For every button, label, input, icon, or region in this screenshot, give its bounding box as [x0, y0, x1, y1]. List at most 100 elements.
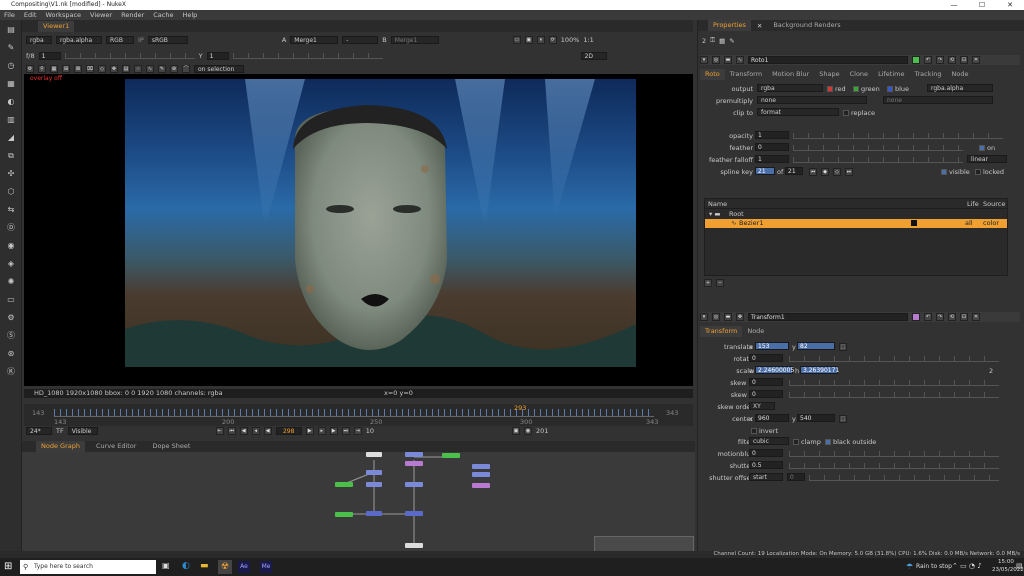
end-frame-field[interactable]: 201 [536, 427, 548, 435]
other-icon[interactable]: ⚙ [6, 313, 16, 323]
taskbar-search[interactable]: ⚲ Type here to search [20, 560, 156, 574]
lut-dropdown[interactable]: sRGB [147, 36, 188, 44]
timeline-ruler[interactable] [54, 409, 654, 417]
transform-handle-icon[interactable]: ✥ [110, 65, 118, 73]
feather-slider[interactable] [793, 145, 963, 151]
translate-x-field[interactable]: 153 [755, 342, 789, 350]
green-checkbox[interactable]: green [853, 84, 880, 94]
blackoutside-checkbox[interactable]: black outside [825, 437, 876, 447]
close-tab-icon[interactable]: ✕ [757, 22, 762, 30]
next-frame-icon[interactable]: ▸ [317, 427, 326, 435]
remove-layer-icon[interactable]: − [716, 278, 724, 287]
tree-header-source[interactable]: Source [983, 199, 1005, 209]
time-icon[interactable]: ◷ [6, 61, 16, 71]
fps-dropdown[interactable]: 24* [26, 427, 52, 435]
shutteroffset-dropdown[interactable]: start [749, 473, 783, 481]
node-shuffle[interactable] [472, 464, 490, 469]
rotate-field[interactable]: 0 [749, 354, 783, 362]
replace-checkbox[interactable]: replace [843, 108, 875, 118]
shutter-field[interactable]: 0.5 [749, 461, 783, 469]
next-key-icon[interactable]: ▶ [329, 427, 338, 435]
transform-undo-icon[interactable]: ↶ [924, 313, 932, 321]
tab-curve-editor[interactable]: Curve Editor [91, 441, 141, 452]
tab-clone[interactable]: Clone [845, 69, 873, 80]
opacity-field[interactable]: 1 [755, 131, 789, 139]
tab-motion-blur[interactable]: Motion Blur [767, 69, 814, 80]
stamp-icon[interactable]: ⊕ [170, 65, 178, 73]
rotate-slider[interactable] [789, 356, 999, 362]
node-write[interactable] [405, 543, 423, 548]
grid-icon[interactable]: ▦ [50, 65, 58, 73]
transform-revert-icon[interactable]: ⟲ [948, 313, 956, 321]
undo-icon[interactable]: ↶ [924, 56, 932, 64]
maximize-button[interactable]: ☐ [968, 0, 996, 10]
node-shuffle-2[interactable] [472, 472, 490, 477]
roi-icon[interactable]: ▭ [512, 36, 521, 44]
pencil-icon[interactable]: ✎ [729, 37, 734, 45]
transform-node-name[interactable]: Transform1 [748, 313, 908, 321]
tree-row-bezier[interactable]: ∿ Bezier1 all color [705, 219, 1007, 228]
fstop-field[interactable]: 1 [38, 52, 61, 60]
max-panels-field[interactable]: 2 [702, 37, 706, 45]
feather-icon[interactable]: ◇ [98, 65, 106, 73]
zoom-dropdown[interactable]: 100% [561, 36, 580, 44]
tree-header-name[interactable]: Name [708, 199, 727, 209]
collapse-icon[interactable]: ▾ [700, 56, 708, 64]
node-colorcorrect[interactable] [472, 483, 490, 488]
link-icon[interactable]: ⚲ [38, 65, 46, 73]
feather-field[interactable]: 0 [755, 143, 789, 151]
skeworder-dropdown[interactable]: XY [749, 402, 775, 410]
refresh-icon[interactable]: ⟳ [548, 36, 557, 44]
scale-dims-field[interactable]: 2 [989, 366, 993, 376]
tab-shape[interactable]: Shape [814, 69, 844, 80]
center-node-icon[interactable]: ◎ [712, 56, 720, 64]
shutteroffset-field[interactable]: 0 [787, 473, 805, 481]
after-effects-icon[interactable]: Ae [238, 561, 250, 573]
lock-panel-icon[interactable]: ⚿ [710, 36, 715, 45]
metadata-icon[interactable]: ◈ [6, 259, 16, 269]
brush-icon[interactable]: ✎ [158, 65, 166, 73]
opacity-slider[interactable] [793, 133, 1003, 139]
capture-icon[interactable]: ◉ [524, 427, 532, 435]
task-view-icon[interactable]: ▣ [162, 561, 170, 570]
play-back-icon[interactable]: ◀ [263, 427, 272, 435]
redo-icon[interactable]: ↷ [936, 56, 944, 64]
node-transform-2[interactable] [405, 482, 423, 487]
explorer-icon[interactable]: ▬ [200, 561, 209, 571]
node-merge-2[interactable] [405, 511, 423, 516]
ofx-icon[interactable]: ⊛ [6, 349, 16, 359]
menu-help[interactable]: Help [182, 10, 197, 20]
a-input-dropdown[interactable]: Merge1 [290, 36, 339, 44]
label-icon[interactable]: ▤ [122, 65, 130, 73]
motionblur-field[interactable]: 0 [749, 449, 783, 457]
tab-node[interactable]: Node [947, 69, 974, 80]
locked-checkbox[interactable]: locked [975, 167, 1004, 177]
center-transform-icon[interactable]: ◎ [712, 313, 720, 321]
cara-icon[interactable]: Ⓚ [6, 367, 16, 377]
output-dropdown[interactable]: rgba [757, 84, 823, 92]
draw-icon[interactable]: ✎ [6, 43, 16, 53]
flipbook-icon[interactable]: ▣ [512, 427, 520, 435]
nuke-icon[interactable]: ☢ [218, 560, 232, 574]
roto-icon[interactable]: ∿ [736, 56, 744, 64]
splinekey-field[interactable]: 21 [755, 167, 775, 175]
transform-node-icon[interactable]: ✥ [736, 313, 744, 321]
node-merge[interactable] [366, 511, 382, 516]
image-icon[interactable]: ▤ [6, 25, 16, 35]
pause-icon[interactable]: ⏸ [536, 36, 545, 44]
furnace-icon[interactable]: Ⓢ [6, 331, 16, 341]
step-field[interactable]: 10 [366, 427, 374, 435]
tab-background-renders[interactable]: Background Renders [768, 20, 845, 31]
transform-float-icon[interactable]: ⊡ [960, 313, 968, 321]
tab-lifetime[interactable]: Lifetime [873, 69, 909, 80]
node-roto[interactable] [366, 470, 382, 475]
tab-node-graph[interactable]: Node Graph [36, 441, 85, 452]
tab-transform-node[interactable]: Node [742, 326, 769, 337]
node-read-2[interactable] [335, 482, 353, 487]
node-transform[interactable] [366, 482, 382, 487]
skewy-slider[interactable] [789, 392, 999, 398]
transform-redo-icon[interactable]: ↷ [936, 313, 944, 321]
color-swatch-icon[interactable] [911, 220, 917, 226]
menu-edit[interactable]: Edit [24, 10, 37, 20]
current-frame-field[interactable]: 298 [275, 427, 302, 435]
